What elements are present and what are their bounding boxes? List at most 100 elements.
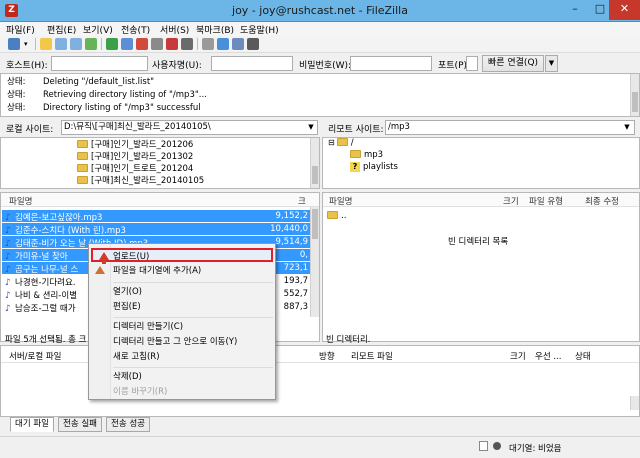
menu-item-upload[interactable]: 업로드(U) <box>91 248 273 264</box>
port-input[interactable] <box>466 56 478 71</box>
queue-column-size[interactable]: 크기 <box>510 350 526 362</box>
remote-status-text: 빈 디렉터리. <box>326 335 371 345</box>
menu-transfer[interactable]: 전송(T) <box>121 23 150 36</box>
menu-item-open[interactable]: 열기(O) <box>113 285 273 299</box>
remote-site-label: 리모트 사이트: <box>328 125 384 135</box>
menu-help[interactable]: 도움말(H) <box>240 23 279 36</box>
tab-queued-files[interactable]: 대기 파일 <box>10 417 54 432</box>
toggle-local-tree-icon[interactable] <box>55 38 67 50</box>
parent-dir-row[interactable]: .. <box>324 210 624 222</box>
quickconnect-dropdown-icon[interactable]: ▼ <box>545 55 558 72</box>
empty-listing-text: 빈 디렉터리 목록 <box>448 237 509 247</box>
file-row[interactable]: ♪ 김예은-보고싶잖아.mp3 9,152,2 <box>2 210 310 223</box>
column-modified[interactable]: 최종 수정 <box>585 195 619 207</box>
filter-status-icon <box>479 441 488 451</box>
menu-view[interactable]: 보기(V) <box>83 23 113 36</box>
compare-icon[interactable] <box>202 38 214 50</box>
toggle-remote-tree-icon[interactable] <box>70 38 82 50</box>
menu-item-refresh[interactable]: 새로 고침(R) <box>113 350 273 364</box>
tree-item[interactable]: [구매]인기_발라드_201302 <box>77 150 193 162</box>
queue-scrollbar[interactable] <box>630 396 639 410</box>
menu-bar: 파일(F) 편집(E) 보기(V) 전송(T) 서버(S) 북마크(B) 도움말… <box>0 22 640 36</box>
music-file-icon: ♪ <box>5 265 11 275</box>
queue-status-text: 대기열: 비었음 <box>509 444 562 454</box>
music-file-icon: ♪ <box>5 304 11 314</box>
menu-item-edit[interactable]: 편집(E) <box>113 300 273 314</box>
host-input[interactable] <box>51 56 148 71</box>
music-file-icon: ♪ <box>5 213 11 223</box>
local-list-scrollbar[interactable] <box>310 207 319 317</box>
upload-icon <box>99 252 109 260</box>
tab-failed-transfers[interactable]: 전송 실패 <box>58 417 102 432</box>
remote-directory-tree[interactable]: ⊟ / mp3 ? playlists <box>322 137 640 189</box>
local-status-text: 파일 5개 선택됨. 총 크 <box>5 335 87 345</box>
local-column-header: 파일명 크 <box>1 193 319 207</box>
log-scrollbar[interactable] <box>630 74 639 116</box>
site-manager-dropdown-icon[interactable]: ▾ <box>24 38 31 50</box>
message-log[interactable]: 상태: Deleting "/default_list.list" 상태: Retr… <box>0 73 640 117</box>
find-files-icon[interactable] <box>247 38 259 50</box>
local-directory-tree[interactable]: [구매]인기_발라드_201206 [구매]인기_발라드_201302 [구매]… <box>0 137 320 189</box>
menu-server[interactable]: 서버(S) <box>160 23 189 36</box>
folder-icon <box>77 176 88 184</box>
user-label: 사용자명(U): <box>152 61 202 71</box>
local-path-dropdown-icon[interactable]: ▼ <box>305 121 317 134</box>
sync-browse-icon[interactable] <box>217 38 229 50</box>
remote-path-dropdown-icon[interactable]: ▼ <box>621 121 633 134</box>
cancel-icon[interactable] <box>136 38 148 50</box>
quickconnect-button[interactable]: 빠른 연결(Q) <box>482 55 544 72</box>
local-site-label: 로컬 사이트: <box>6 125 54 135</box>
filter-icon[interactable] <box>181 38 193 50</box>
tree-item[interactable]: [구매]최신_발라드_20140105 <box>77 174 204 186</box>
music-file-icon: ♪ <box>5 226 11 236</box>
tree-item[interactable]: [구매]인기_발라드_201206 <box>77 138 193 150</box>
process-queue-icon[interactable] <box>121 38 133 50</box>
folder-icon <box>77 164 88 172</box>
menu-item-add-to-queue[interactable]: 파일을 대기열에 추가(A) <box>113 264 273 278</box>
menu-item-delete[interactable]: 삭제(D) <box>113 370 273 384</box>
password-input[interactable] <box>350 56 432 71</box>
search-icon[interactable] <box>232 38 244 50</box>
site-manager-icon[interactable] <box>8 38 20 50</box>
menu-item-create-and-enter-directory[interactable]: 디렉터리 만들고 그 안으로 이동(Y) <box>113 335 273 349</box>
menu-item-create-directory[interactable]: 디렉터리 만들기(C) <box>113 320 273 334</box>
tree-item[interactable]: [구매]인기_트로트_201204 <box>77 162 193 174</box>
toggle-queue-icon[interactable] <box>85 38 97 50</box>
queue-column-priority[interactable]: 우선 ... <box>535 350 561 362</box>
column-filename[interactable]: 파일명 <box>9 195 32 207</box>
folder-icon <box>350 150 361 158</box>
column-filename[interactable]: 파일명 <box>329 195 352 207</box>
menu-item-rename[interactable]: 이름 바꾸기(R) <box>113 385 273 399</box>
disconnect-icon[interactable] <box>151 38 163 50</box>
file-row[interactable]: ♪ 김준수-스치다 (With 린).mp3 10,440,0 <box>2 223 310 236</box>
log-line: 상태: Directory listing of "/mp3" successfu… <box>7 103 201 113</box>
column-type[interactable]: 파일 유형 <box>529 195 563 207</box>
user-input[interactable] <box>211 56 293 71</box>
log-line: 상태: Deleting "/default_list.list" <box>7 77 155 87</box>
menu-bookmarks[interactable]: 북마크(B) <box>196 23 234 36</box>
queue-column-remote[interactable]: 리모트 파일 <box>351 350 393 362</box>
queue-column-status[interactable]: 상태 <box>575 350 591 362</box>
remote-file-list[interactable]: 파일명 크기 파일 유형 최종 수정 .. 빈 디렉터리 목록 <box>322 192 640 342</box>
quickconnect-bar: 호스트(H): 사용자명(U): 비밀번호(W): 포트(P): 빠른 연결(Q… <box>0 53 640 73</box>
remote-path-input[interactable]: /mp3 <box>385 120 635 135</box>
connection-status-icon <box>493 442 501 450</box>
close-button[interactable]: ✕ <box>609 0 640 20</box>
tree-item[interactable]: mp3 <box>350 150 383 160</box>
tree-item[interactable]: ? playlists <box>350 162 398 172</box>
queue-column-direction[interactable]: 방향 <box>319 350 335 362</box>
queue-column-local[interactable]: 서버/로컬 파일 <box>9 350 62 362</box>
column-size[interactable]: 크기 <box>503 195 519 207</box>
refresh-icon[interactable] <box>106 38 118 50</box>
column-size[interactable]: 크 <box>298 195 306 207</box>
menu-file[interactable]: 파일(F) <box>6 23 35 36</box>
local-path-input[interactable]: D:\뮤직\[구매]최신_발라드_20140105\ <box>61 120 318 135</box>
minimize-button[interactable]: – <box>562 0 588 20</box>
toggle-log-icon[interactable] <box>40 38 52 50</box>
local-tree-scrollbar[interactable] <box>310 138 319 188</box>
tree-item[interactable]: ⊟ / <box>328 138 354 148</box>
reconnect-icon[interactable] <box>166 38 178 50</box>
menu-edit[interactable]: 편집(E) <box>47 23 76 36</box>
tab-successful-transfers[interactable]: 전송 성공 <box>106 417 150 432</box>
log-line: 상태: Retrieving directory listing of "/mp3… <box>7 90 207 100</box>
